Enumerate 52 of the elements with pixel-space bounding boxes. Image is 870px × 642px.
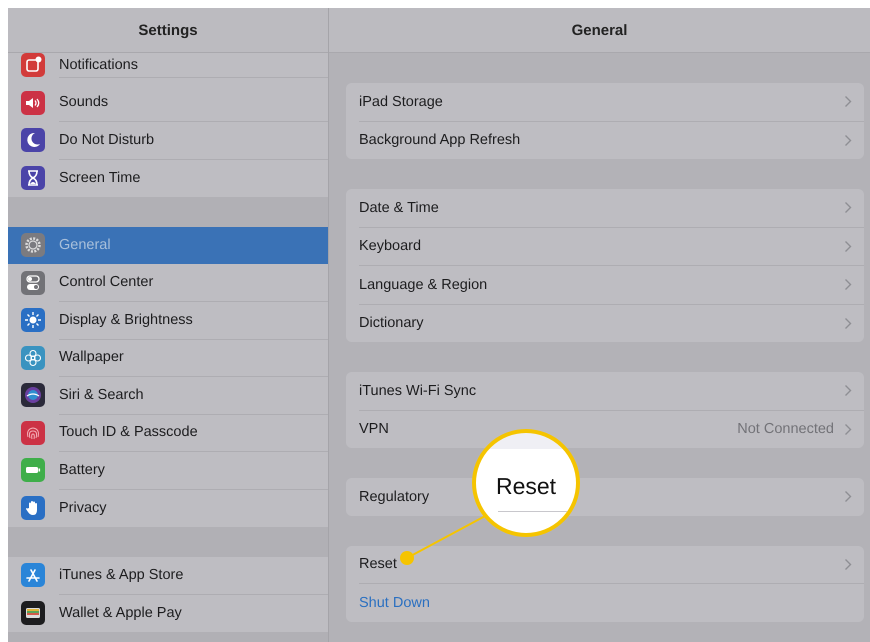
row-label[interactable]: Background App Refresh (359, 132, 520, 148)
row-label[interactable]: Language & Region (359, 276, 488, 293)
wallet-icon (21, 600, 45, 625)
fingerprint-icon (21, 420, 45, 445)
sidebar-item[interactable]: iTunes & App Store (8, 556, 328, 594)
moon-icon (21, 128, 45, 152)
flower-icon (21, 346, 45, 370)
callout-text: Reset (496, 473, 556, 500)
row-label[interactable]: Regulatory (359, 488, 430, 505)
chevron-icon (844, 490, 852, 504)
chevron-icon (844, 240, 852, 253)
pane-title: General (572, 22, 628, 38)
toggle-icon (21, 270, 45, 295)
sidebar-item[interactable]: Sounds (8, 84, 328, 122)
row-label[interactable]: Dictionary (359, 315, 424, 332)
row-value: Not Connected (737, 421, 834, 438)
sidebar-item[interactable]: Siri & Search (8, 376, 328, 414)
chevron-icon (844, 558, 852, 571)
sidebar-item[interactable]: Battery (8, 452, 328, 489)
chevron-icon (844, 95, 852, 108)
chevron-icon (844, 134, 852, 147)
row-label[interactable]: Keyboard (359, 238, 422, 254)
callout-dot (400, 551, 414, 565)
orb-icon (21, 383, 45, 408)
sidebar-item[interactable]: Screen Time (8, 159, 328, 196)
gear-icon (21, 233, 45, 258)
sidebar-item[interactable]: Do Not Disturb (8, 122, 328, 159)
row-label[interactable]: iPad Storage (359, 94, 443, 110)
battery-icon (21, 458, 45, 482)
row-label[interactable]: VPN (359, 421, 389, 438)
speaker-icon (21, 90, 45, 115)
chevron-icon (844, 316, 852, 330)
hand-icon (21, 496, 45, 520)
chevron-icon (844, 422, 852, 436)
sidebar-item[interactable]: Privacy (8, 489, 328, 526)
chevron-icon (844, 201, 852, 214)
sun-icon (21, 308, 45, 332)
sidebar-item[interactable]: Touch ID & Passcode (8, 414, 328, 452)
sidebar-item[interactable]: Wallet & Apple Pay (8, 594, 328, 632)
row-label[interactable]: iTunes Wi-Fi Sync (359, 382, 476, 399)
sidebar-item[interactable]: Notifications (8, 53, 328, 84)
sidebar-title: Settings (138, 22, 198, 38)
sidebar-item[interactable]: Display & Brightness (8, 302, 328, 339)
notification-badge-icon (21, 53, 45, 77)
row-label[interactable]: Date & Time (359, 200, 439, 216)
store-icon (21, 563, 45, 588)
chevron-icon (844, 384, 852, 398)
row-label[interactable]: Reset (359, 556, 397, 572)
chevron-icon (844, 278, 852, 292)
hourglass-icon (21, 166, 45, 190)
sidebar-item[interactable]: Control Center (8, 264, 328, 302)
sidebar-item[interactable]: Wallpaper (8, 339, 328, 376)
